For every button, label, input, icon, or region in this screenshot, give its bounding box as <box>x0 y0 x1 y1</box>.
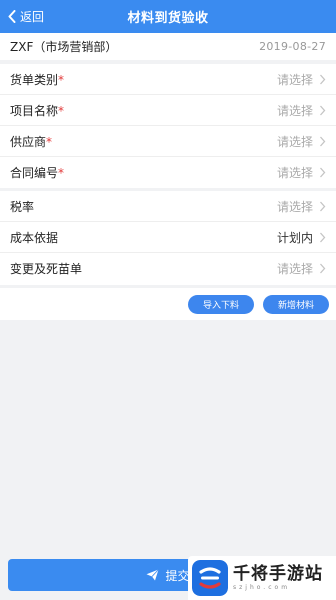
field-label: 成本依据 <box>10 230 59 245</box>
field-supplier[interactable]: 供应商* 请选择 <box>0 126 336 157</box>
add-material-button[interactable]: 新增材料 <box>262 294 329 314</box>
order-date: 2019-08-27 <box>259 40 326 53</box>
page-title: 材料到货验收 <box>127 11 209 26</box>
field-change-dead-seedling[interactable]: 变更及死苗单 请选择 <box>0 253 336 284</box>
field-label: 合同编号 <box>10 166 59 180</box>
back-button[interactable]: 返回 <box>8 0 44 33</box>
chevron-right-icon <box>320 201 326 211</box>
field-value: 计划内 <box>276 230 313 245</box>
chevron-left-icon <box>8 10 16 23</box>
field-project-name[interactable]: 项目名称* 请选择 <box>0 95 336 126</box>
field-label: 项目名称 <box>10 103 59 118</box>
field-cost-basis[interactable]: 成本依据 计划内 <box>0 222 336 253</box>
nav-bar: 返回 材料到货验收 <box>0 0 336 33</box>
field-label: 供应商 <box>10 134 47 149</box>
field-order-category[interactable]: 货单类别* 请选择 <box>0 64 336 95</box>
order-header: ZXF（市场营销部） 2019-08-27 <box>0 33 336 60</box>
action-bar: 导入下料 新增材料 <box>0 288 336 320</box>
chevron-right-icon <box>320 136 326 146</box>
required-mark: * <box>46 134 53 149</box>
chevron-right-icon <box>320 263 326 274</box>
watermark-title: 千将手游站 <box>233 564 323 584</box>
required-mark: * <box>58 103 65 118</box>
field-label: 变更及死苗单 <box>10 262 83 276</box>
field-value: 请选择 <box>276 103 313 118</box>
field-tax-rate[interactable]: 税率 请选择 <box>0 191 336 222</box>
submit-label: 提交 <box>165 568 190 583</box>
field-value: 请选择 <box>276 72 313 87</box>
watermark-url: szjho.com <box>233 584 291 591</box>
site-logo-icon <box>192 560 228 596</box>
back-label: 返回 <box>20 10 45 24</box>
field-contract-number[interactable]: 合同编号* 请选择 <box>0 157 336 188</box>
chevron-right-icon <box>320 167 326 178</box>
field-value: 请选择 <box>276 199 313 214</box>
field-label: 货单类别 <box>10 72 59 87</box>
chevron-right-icon <box>320 232 326 242</box>
watermark: 千将手游站 szjho.com <box>188 556 336 600</box>
chevron-right-icon <box>320 74 326 84</box>
department-label: ZXF（市场营销部） <box>10 40 118 54</box>
required-fields-group: 货单类别* 请选择 项目名称* 请选择 供应商* 请选择 合同编号* 请选择 <box>0 64 336 188</box>
optional-fields-group: 税率 请选择 成本依据 计划内 变更及死苗单 请选择 <box>0 191 336 285</box>
field-label: 税率 <box>10 199 35 214</box>
field-value: 请选择 <box>276 134 313 149</box>
field-value: 请选择 <box>276 262 313 276</box>
required-mark: * <box>58 72 65 87</box>
send-icon <box>146 569 160 581</box>
field-value: 请选择 <box>276 166 313 180</box>
required-mark: * <box>58 166 65 180</box>
import-material-button[interactable]: 导入下料 <box>187 294 254 314</box>
chevron-right-icon <box>320 105 326 115</box>
